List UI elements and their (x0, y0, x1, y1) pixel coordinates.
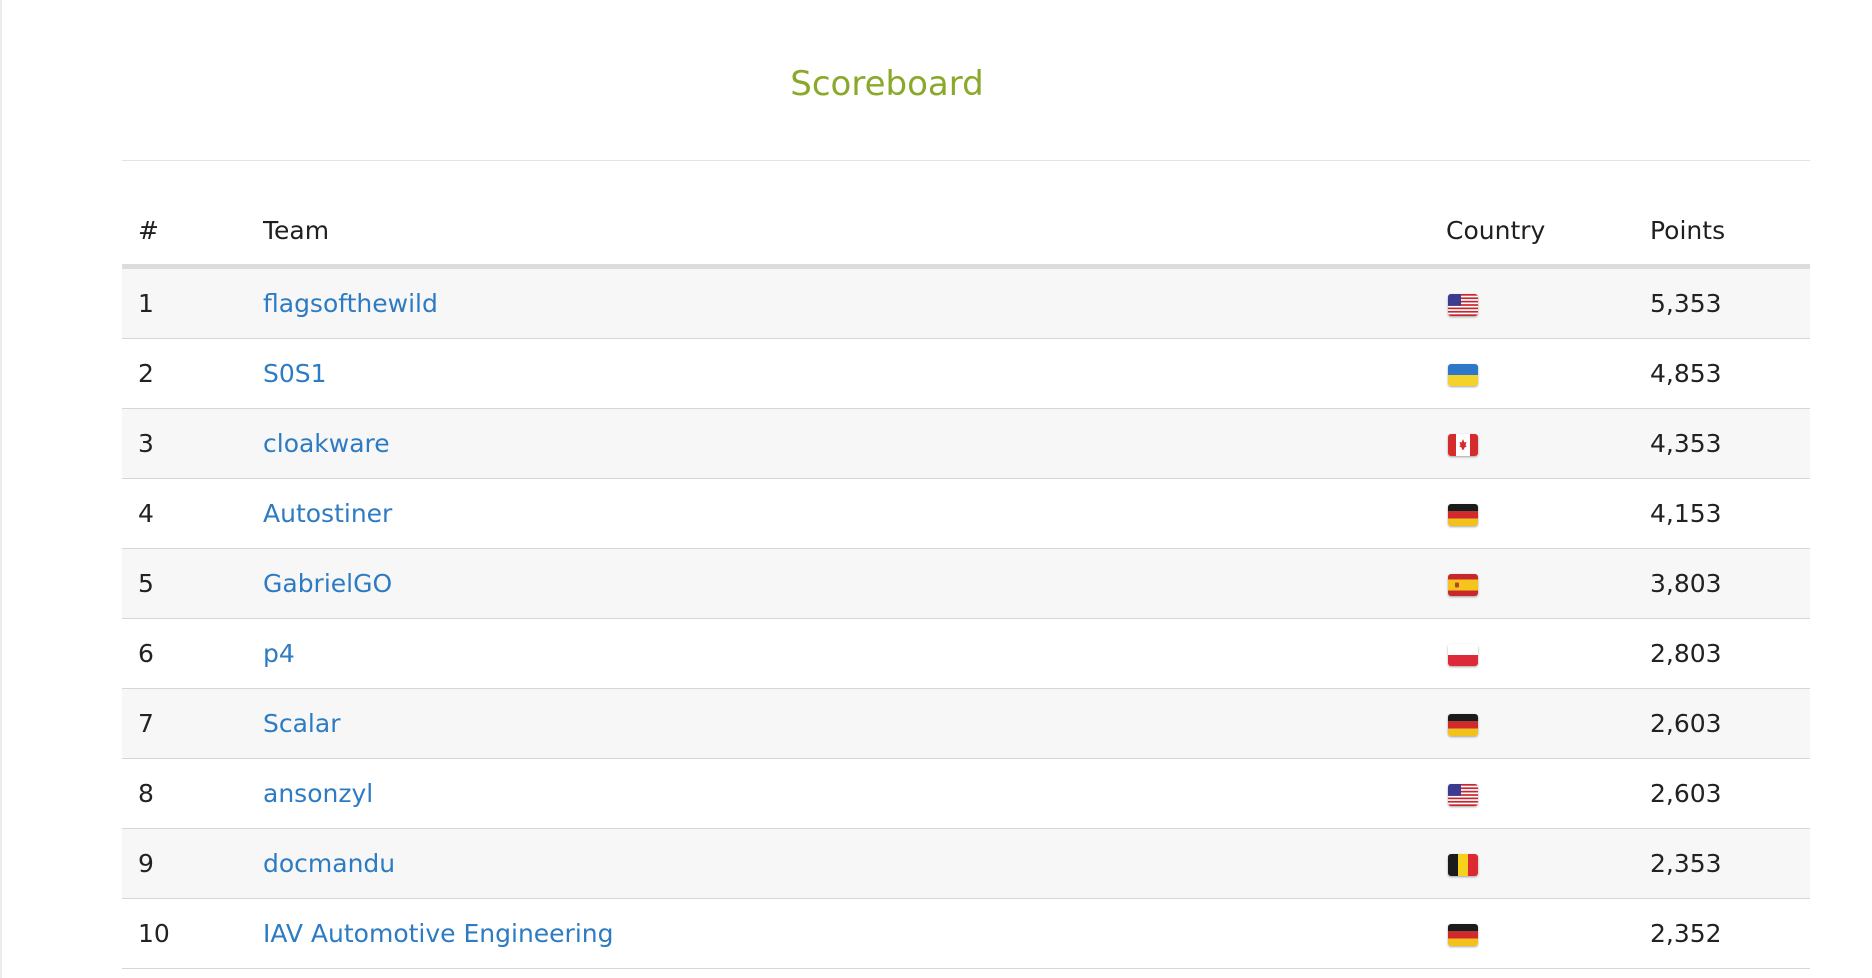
de-flag-icon (1448, 714, 1478, 736)
de-flag-icon (1448, 924, 1478, 946)
table-row: 9 docmandu 2,353 (122, 828, 1810, 899)
ua-flag-icon (1448, 364, 1478, 386)
team-link[interactable]: cloakware (263, 429, 390, 458)
country-cell (1446, 408, 1650, 479)
header-row: # Team Country Points (122, 196, 1810, 269)
team-link[interactable]: ansonzyl (263, 779, 373, 808)
team-link[interactable]: Autostiner (263, 499, 392, 528)
page-title: Scoreboard (790, 64, 984, 104)
country-cell (1446, 828, 1650, 899)
country-cell (1446, 618, 1650, 689)
us-flag-icon (1448, 784, 1478, 806)
team-cell: GabrielGO (263, 548, 1446, 619)
scoreboard-table: # Team Country Points 1 flagsofthewild 5… (122, 196, 1810, 969)
rank-cell: 9 (122, 828, 263, 899)
country-cell (1446, 266, 1650, 339)
table-row: 4 Autostiner 4,153 (122, 478, 1810, 549)
header-team: Team (263, 196, 1446, 269)
table-row: 8 ansonzyl 2,603 (122, 758, 1810, 829)
points-cell: 2,603 (1650, 688, 1810, 759)
team-cell: p4 (263, 618, 1446, 689)
points-cell: 2,603 (1650, 758, 1810, 829)
points-cell: 2,803 (1650, 618, 1810, 689)
team-cell: docmandu (263, 828, 1446, 899)
team-link[interactable]: GabrielGO (263, 569, 392, 598)
rank-cell: 5 (122, 548, 263, 619)
points-cell: 4,853 (1650, 338, 1810, 409)
title-divider (122, 160, 1810, 161)
scoreboard-page: Scoreboard # Team Country Points 1 flags… (0, 0, 1872, 978)
de-flag-icon (1448, 504, 1478, 526)
points-cell: 4,353 (1650, 408, 1810, 479)
country-cell (1446, 758, 1650, 829)
rank-cell: 3 (122, 408, 263, 479)
team-cell: cloakware (263, 408, 1446, 479)
team-link[interactable]: p4 (263, 639, 295, 668)
rank-cell: 4 (122, 478, 263, 549)
rank-cell: 2 (122, 338, 263, 409)
header-country: Country (1446, 196, 1650, 269)
points-cell: 2,353 (1650, 828, 1810, 899)
rank-cell: 10 (122, 898, 263, 969)
team-cell: Scalar (263, 688, 1446, 759)
country-cell (1446, 478, 1650, 549)
points-cell: 4,153 (1650, 478, 1810, 549)
country-cell (1446, 898, 1650, 969)
points-cell: 2,352 (1650, 898, 1810, 969)
table-row: 10 IAV Automotive Engineering 2,352 (122, 898, 1810, 969)
team-cell: S0S1 (263, 338, 1446, 409)
scoreboard-header: # Team Country Points (122, 196, 1810, 269)
team-link[interactable]: IAV Automotive Engineering (263, 919, 614, 948)
rank-cell: 1 (122, 266, 263, 339)
team-cell: IAV Automotive Engineering (263, 898, 1446, 969)
team-link[interactable]: Scalar (263, 709, 340, 738)
pl-flag-icon (1448, 644, 1478, 666)
us-flag-icon (1448, 294, 1478, 316)
rank-cell: 8 (122, 758, 263, 829)
team-cell: ansonzyl (263, 758, 1446, 829)
header-rank: # (122, 196, 263, 269)
team-cell: Autostiner (263, 478, 1446, 549)
header-points: Points (1650, 196, 1810, 269)
country-cell (1446, 548, 1650, 619)
table-row: 5 GabrielGO 3,803 (122, 548, 1810, 619)
rank-cell: 7 (122, 688, 263, 759)
ca-flag-icon (1448, 434, 1478, 456)
team-cell: flagsofthewild (263, 266, 1446, 339)
rank-cell: 6 (122, 618, 263, 689)
table-row: 1 flagsofthewild 5,353 (122, 266, 1810, 339)
country-cell (1446, 688, 1650, 759)
es-flag-icon (1448, 574, 1478, 596)
team-link[interactable]: S0S1 (263, 359, 327, 388)
table-row: 3 cloakware 4,353 (122, 408, 1810, 479)
table-row: 2 S0S1 4,853 (122, 338, 1810, 409)
points-cell: 3,803 (1650, 548, 1810, 619)
team-link[interactable]: flagsofthewild (263, 289, 438, 318)
team-link[interactable]: docmandu (263, 849, 395, 878)
table-row: 6 p4 2,803 (122, 618, 1810, 689)
country-cell (1446, 338, 1650, 409)
page-left-border (0, 0, 2, 978)
table-row: 7 Scalar 2,603 (122, 688, 1810, 759)
points-cell: 5,353 (1650, 266, 1810, 339)
scoreboard-body: 1 flagsofthewild 5,353 2 S0S1 4,853 3 cl… (122, 266, 1810, 969)
be-flag-icon (1448, 854, 1478, 876)
